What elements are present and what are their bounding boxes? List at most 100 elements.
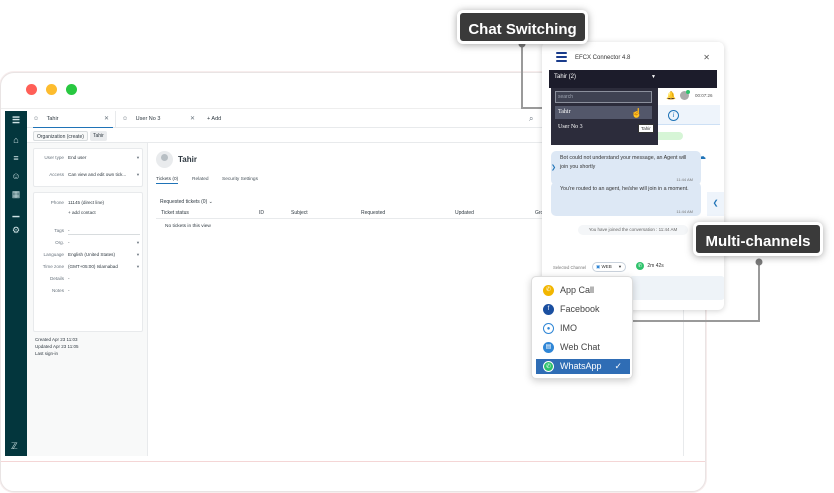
message-composer[interactable] (629, 276, 724, 300)
chevron-down-icon: ▼ (136, 155, 140, 160)
org-field[interactable]: Org. - ▼ (34, 238, 142, 248)
tab-security-settings[interactable]: Security Settings (222, 177, 258, 182)
empty-state-text: No tickets in this view (165, 224, 211, 229)
nav-rail: ☰ ⌂ ≡ ☺ ▦ ▁ ⚙ ℤ (5, 111, 27, 456)
chevron-down-icon: ▼ (136, 264, 140, 269)
close-window-button[interactable] (26, 84, 37, 95)
bell-icon[interactable]: 🔔 (666, 91, 676, 100)
user-access-box: User type End user ▼ Access Can view and… (33, 148, 143, 187)
details-field[interactable]: Details - (34, 274, 142, 284)
channel-facebook[interactable]: f Facebook (536, 302, 630, 317)
zendesk-logo-icon: ☰ (11, 115, 21, 125)
avatar (156, 151, 173, 168)
last-sign-in: Last sign-in (35, 351, 59, 356)
breadcrumb-user[interactable]: Tahir (90, 131, 107, 141)
phone-field[interactable]: Phone 11145 (direct line) (34, 198, 142, 208)
page-title: Tahir (178, 155, 197, 164)
chevron-down-icon: ▼ (136, 172, 140, 177)
tooltip: Tahir (638, 124, 654, 133)
breadcrumb-organization[interactable]: Organization (create) (33, 131, 88, 141)
time-zone-field[interactable]: Time zone (GMT+05:00) Islamabad ▼ (34, 262, 142, 272)
chevron-down-icon: ▼ (651, 74, 656, 80)
requested-tickets-title[interactable]: Requested tickets (0) ⌄ (160, 199, 213, 205)
close-icon[interactable]: ✕ (703, 53, 710, 62)
whatsapp-icon: ✆ (543, 361, 554, 372)
facebook-icon: f (543, 304, 554, 315)
search-icon[interactable]: ⌕ (529, 114, 533, 124)
chevron-right-icon[interactable]: ❯ (551, 164, 556, 171)
home-icon[interactable]: ⌂ (11, 135, 21, 145)
chat-switching-callout: Chat Switching (457, 10, 588, 44)
user-icon: ☺ (33, 116, 40, 122)
tab-label: User No 3 (135, 116, 161, 122)
chat-switcher[interactable]: Tahir (2) ▼ (549, 70, 717, 88)
column-header[interactable]: Ticket status (161, 210, 189, 216)
efcx-connector-widget: EFCX Connector 4.8 ✕ Tahir (2) ▼ i 🔔 00:… (542, 42, 724, 310)
message-bubble: Bot could not understand your message, a… (551, 151, 701, 185)
tab-user-no-3[interactable]: ☺ User No 3 ✕ (115, 111, 199, 128)
joined-notice: You have joined the conversation : 11:44… (578, 225, 688, 235)
current-chat-user: Tahir (2) (554, 74, 577, 80)
agent-avatar[interactable] (680, 90, 690, 100)
imo-icon: ● (543, 323, 554, 334)
message-time: 11:44 AM (676, 209, 693, 214)
user-details-box: Phone 11145 (direct line) + add contact … (33, 192, 143, 332)
app-call-icon: ✆ (543, 285, 554, 296)
cursor-icon: ☝ (631, 108, 643, 118)
tab-tickets[interactable]: Tickets (0) (156, 177, 179, 184)
chevron-down-icon: ▼ (618, 264, 622, 269)
channel-menu: ✆ App Call f Facebook ● IMO ▤ Web Chat ✆… (531, 276, 633, 379)
customers-icon[interactable]: ☺ (11, 171, 21, 181)
maximize-window-button[interactable] (66, 84, 77, 95)
multi-channels-callout: Multi-channels (693, 222, 823, 256)
add-tab-button[interactable]: + Add (207, 111, 237, 128)
divider (1, 461, 705, 462)
chevron-down-icon: ⌄ (208, 199, 213, 205)
column-header[interactable]: ID (259, 210, 264, 216)
notes-field[interactable]: Notes - (34, 286, 142, 296)
organizations-icon[interactable]: ▦ (11, 189, 21, 199)
chevron-down-icon: ▼ (136, 240, 140, 245)
close-tab-icon[interactable]: ✕ (104, 111, 109, 128)
user-type-field[interactable]: User type End user ▼ (34, 153, 142, 163)
add-contact-link[interactable]: + add contact (34, 208, 142, 218)
updated-date: Updated Apr 23 11:05 (35, 344, 79, 349)
whatsapp-icon: ✆ (636, 262, 644, 270)
views-icon[interactable]: ≡ (11, 153, 21, 163)
tags-field[interactable]: Tags - (34, 226, 142, 236)
info-icon[interactable]: i (668, 110, 679, 121)
message-text: Bot could not understand your message, a… (560, 155, 687, 170)
tab-related[interactable]: Related (192, 177, 209, 182)
zendesk-footer-icon: ℤ (11, 441, 18, 451)
admin-gear-icon[interactable]: ⚙ (11, 225, 21, 235)
column-header[interactable]: Subject (291, 210, 308, 216)
widget-title: EFCX Connector 4.8 (575, 55, 631, 61)
tab-label: Tahir (46, 116, 59, 122)
channel-web-chat[interactable]: ▤ Web Chat (536, 340, 630, 355)
efcx-logo-icon (556, 52, 567, 63)
collapse-panel-button[interactable]: ❮ (707, 192, 724, 216)
channel-app-call[interactable]: ✆ App Call (536, 283, 630, 298)
language-field[interactable]: Language English (United States) ▼ (34, 250, 142, 260)
message-bubble: You're routed to an agent, he/she will j… (551, 182, 701, 216)
checkmark-icon: ✓ (614, 361, 622, 371)
access-field[interactable]: Access Can view and edit own tick... ▼ (34, 170, 142, 180)
channel-imo[interactable]: ● IMO (536, 321, 630, 336)
user-properties-panel: User type End user ▼ Access Can view and… (27, 143, 148, 456)
tab-tahir[interactable]: ☺ Tahir ✕ (33, 111, 113, 128)
selected-channel-label: Selected Channel (553, 265, 587, 270)
column-header[interactable]: Updated (455, 210, 474, 216)
created-date: Created Apr 23 11:03 (35, 337, 78, 342)
minimize-window-button[interactable] (46, 84, 57, 95)
reporting-icon[interactable]: ▁ (11, 207, 21, 217)
message-text: You're routed to an agent, he/she will j… (560, 186, 689, 192)
whatsapp-timer: ✆ 2m 42s (636, 262, 664, 270)
close-tab-icon[interactable]: ✕ (190, 111, 195, 128)
chevron-down-icon: ▼ (136, 252, 140, 257)
web-chat-icon: ▤ (543, 342, 554, 353)
channel-select[interactable]: ▣ WEB ▼ (592, 262, 626, 272)
channel-whatsapp[interactable]: ✆ WhatsApp ✓ (536, 359, 630, 374)
search-input[interactable]: search (555, 91, 652, 103)
user-icon: ☺ (122, 116, 129, 122)
column-header[interactable]: Requested (361, 210, 385, 216)
